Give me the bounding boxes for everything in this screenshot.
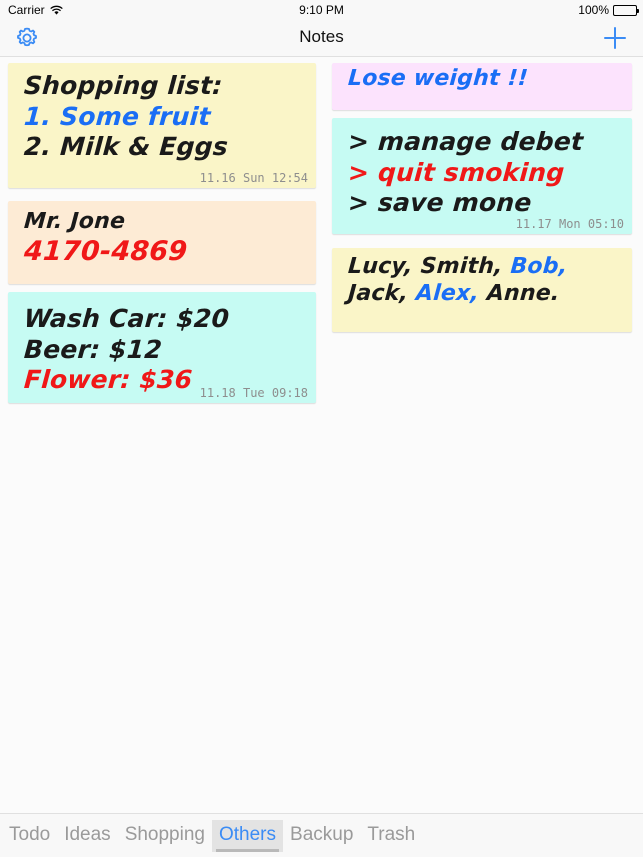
tab-todo[interactable]: Todo [2, 820, 57, 852]
page-title: Notes [299, 27, 344, 46]
tab-backup[interactable]: Backup [283, 820, 360, 852]
notes-board: Shopping list: 1. Some fruit 2. Milk & E… [0, 58, 643, 813]
tab-ideas[interactable]: Ideas [57, 820, 117, 852]
note-highlight-word: Alex, [415, 280, 480, 306]
navigation-bar: Notes [0, 20, 643, 57]
note-line: Shopping list: [23, 71, 224, 100]
note-line: 2. Milk & Eggs [23, 132, 230, 161]
note-content: Lucy, Smith, Bob, Jack, Alex, Anne. [332, 248, 632, 308]
note-line: Mr. Jone [23, 209, 127, 234]
note-line: 1. Some fruit [23, 101, 212, 131]
note-line: Jack, Alex, Anne. [347, 281, 632, 308]
note-timestamp: 11.16 Sun 12:54 [199, 171, 308, 185]
status-bar: Carrier 9:10 PM 100% [0, 0, 643, 20]
note-timestamp: 11.17 Mon 05:10 [515, 217, 624, 231]
note-line-part: Lucy, Smith, Bob, [347, 254, 569, 279]
note-line-part: Jack, Alex, Anne. [347, 280, 561, 306]
note-content: > manage debet > quit smoking > save mon… [332, 118, 632, 219]
note-line: Lucy, Smith, Bob, [347, 254, 632, 281]
status-bar-time: 9:10 PM [299, 3, 344, 17]
note-content: Wash Car: $20 Beer: $12 Flower: $36 [8, 292, 316, 396]
note-highlight-word: Bob, [509, 254, 569, 279]
note-card[interactable]: > manage debet > quit smoking > save mon… [332, 118, 632, 234]
tab-bar: Todo Ideas Shopping Others Backup Trash [0, 813, 643, 857]
battery-percent-label: 100% [578, 3, 609, 17]
tab-others[interactable]: Others [211, 819, 284, 852]
note-line: 4170-4869 [22, 235, 189, 267]
tab-shopping[interactable]: Shopping [118, 820, 212, 852]
note-card[interactable]: Lucy, Smith, Bob, Jack, Alex, Anne. [332, 248, 632, 332]
note-card[interactable]: Mr. Jone 4170-4869 [8, 201, 316, 284]
note-card[interactable]: Lose weight !! [332, 63, 632, 110]
tab-trash[interactable]: Trash [360, 820, 422, 852]
note-card[interactable]: Wash Car: $20 Beer: $12 Flower: $36 11.1… [8, 292, 316, 403]
note-line: Beer: $12 [23, 334, 164, 364]
note-line: > manage debet [347, 127, 585, 156]
note-card[interactable]: Shopping list: 1. Some fruit 2. Milk & E… [8, 63, 316, 188]
note-content: Lose weight !! [332, 63, 632, 93]
note-content: Shopping list: 1. Some fruit 2. Milk & E… [8, 63, 316, 163]
note-timestamp: 11.18 Tue 09:18 [199, 386, 308, 400]
note-line: > quit smoking [347, 157, 566, 187]
note-content: Mr. Jone 4170-4869 [8, 201, 316, 269]
status-bar-right: 100% [578, 3, 639, 17]
battery-icon [613, 4, 639, 16]
note-line: Wash Car: $20 [23, 304, 231, 333]
note-line: > save mone [347, 188, 533, 217]
note-line: Lose weight !! [347, 66, 529, 91]
plus-icon[interactable] [601, 24, 629, 52]
